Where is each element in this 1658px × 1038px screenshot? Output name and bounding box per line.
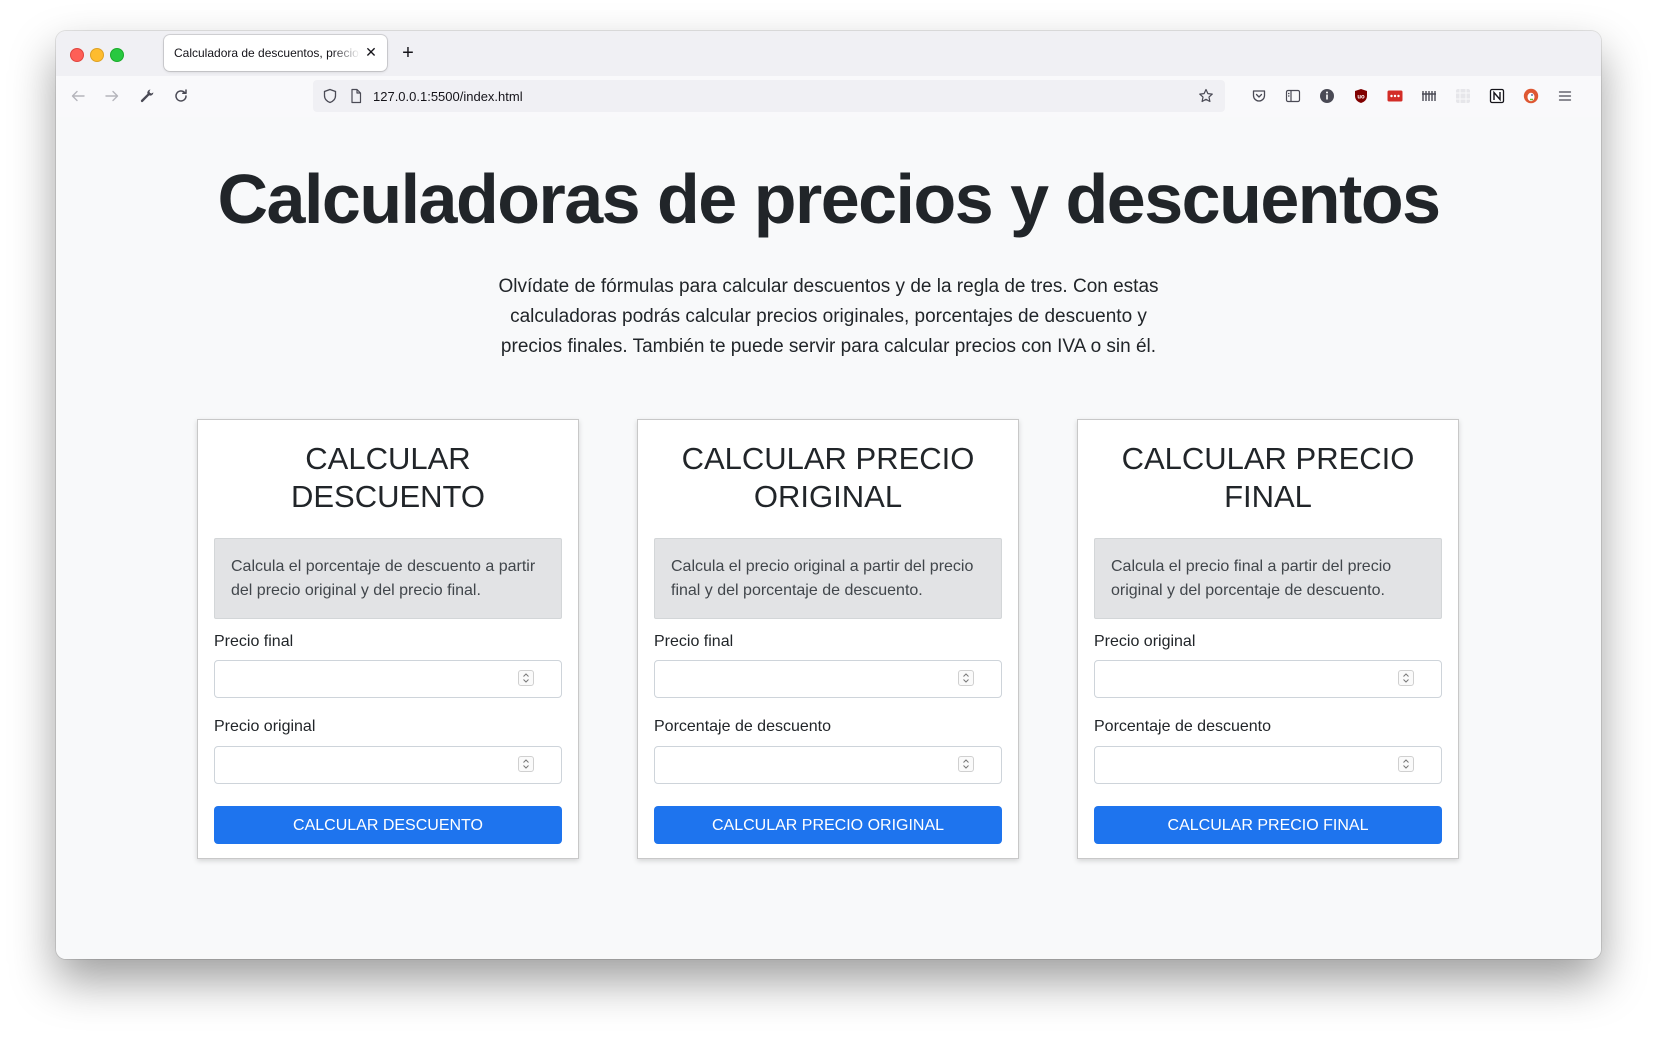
- final-price-input[interactable]: [654, 660, 1002, 698]
- card-title-line: DESCUENTO: [290, 479, 486, 514]
- back-arrow-icon[interactable]: [66, 84, 90, 108]
- forward-arrow-icon[interactable]: [100, 84, 124, 108]
- close-window-button[interactable]: [70, 48, 84, 62]
- browser-window: Calculadora de descuentos, precios ✕ + 1…: [56, 31, 1601, 959]
- field-label: Porcentaje de descuento: [1094, 718, 1272, 735]
- card-title-line: CALCULAR PRECIO: [681, 441, 975, 476]
- lead-line: calculadoras podrás calcular precios ori…: [510, 306, 1147, 327]
- pocket-icon[interactable]: [1251, 88, 1267, 104]
- card-description: Calcula el porcentaje de descuento a par…: [214, 538, 562, 619]
- card-title: CALCULAR PRECIO ORIGINAL: [638, 440, 1018, 516]
- card-title-line: ORIGINAL: [753, 479, 903, 514]
- card-title: CALCULAR DESCUENTO: [198, 440, 578, 516]
- field-label: Precio final: [214, 633, 294, 650]
- field-label: Porcentaje de descuento: [654, 718, 832, 735]
- tab-title: Calculadora de descuentos, precios: [174, 46, 360, 60]
- card-title-line: CALCULAR PRECIO: [1121, 441, 1415, 476]
- new-tab-button[interactable]: +: [396, 41, 420, 65]
- number-spinner-icon[interactable]: [958, 756, 974, 772]
- card-description: Calcula el precio final a partir del pre…: [1094, 538, 1442, 619]
- lastpass-icon[interactable]: [1387, 88, 1403, 104]
- lead-line: Olvídate de fórmulas para calcular descu…: [498, 276, 1159, 297]
- original-price-input[interactable]: [1094, 660, 1442, 698]
- page-title: Calculadoras de precios y descuentos: [217, 160, 1441, 238]
- star-icon[interactable]: [1198, 88, 1214, 104]
- number-spinner-icon[interactable]: [1398, 670, 1414, 686]
- page-icon: [348, 88, 364, 104]
- tab-close-icon[interactable]: ✕: [363, 44, 379, 60]
- number-spinner-icon[interactable]: [518, 670, 534, 686]
- discount-percentage-input[interactable]: [1094, 746, 1442, 784]
- number-spinner-icon[interactable]: [518, 756, 534, 772]
- reader-view-icon[interactable]: [1285, 88, 1301, 104]
- zoom-window-button[interactable]: [110, 48, 124, 62]
- grid-extension-icon[interactable]: [1455, 88, 1471, 104]
- card-title-line: CALCULAR: [305, 441, 471, 476]
- browser-tab[interactable]: Calculadora de descuentos, precios ✕: [164, 35, 387, 71]
- page-lead: Olvídate de fórmulas para calcular descu…: [56, 272, 1601, 362]
- lead-line: precios finales. También te puede servir…: [500, 336, 1157, 357]
- calculate-discount-button[interactable]: CALCULAR DESCUENTO: [214, 806, 562, 844]
- number-spinner-icon[interactable]: [1398, 756, 1414, 772]
- url-text: 127.0.0.1:5500/index.html: [373, 89, 523, 104]
- calculate-final-price-button[interactable]: CALCULAR PRECIO FINAL: [1094, 806, 1442, 844]
- number-spinner-icon[interactable]: [958, 670, 974, 686]
- hamburger-menu-icon[interactable]: [1557, 88, 1573, 104]
- ublock-icon[interactable]: uo: [1353, 88, 1369, 104]
- url-bar[interactable]: 127.0.0.1:5500/index.html: [313, 80, 1225, 112]
- card-title-line: FINAL: [1224, 479, 1312, 514]
- tab-strip: Calculadora de descuentos, precios ✕ +: [56, 31, 1601, 76]
- calculator-card-discount: CALCULAR DESCUENTO Calcula el porcentaje…: [197, 419, 579, 859]
- shield-icon[interactable]: [322, 88, 338, 104]
- duckduckgo-icon[interactable]: [1523, 88, 1539, 104]
- reload-icon[interactable]: [169, 84, 193, 108]
- original-price-input[interactable]: [214, 746, 562, 784]
- card-title: CALCULAR PRECIO FINAL: [1078, 440, 1458, 516]
- card-description: Calcula el precio original a partir del …: [654, 538, 1002, 619]
- final-price-input[interactable]: [214, 660, 562, 698]
- calculator-card-original-price: CALCULAR PRECIO ORIGINAL Calcula el prec…: [637, 419, 1019, 859]
- navigation-bar: 127.0.0.1:5500/index.html uo: [56, 76, 1601, 118]
- field-label: Precio original: [1094, 633, 1196, 650]
- notion-icon[interactable]: [1489, 88, 1505, 104]
- wrench-icon[interactable]: [135, 84, 159, 108]
- bars-icon[interactable]: [1421, 88, 1437, 104]
- page-content: Calculadoras de precios y descuentos Olv…: [56, 117, 1601, 959]
- minimize-window-button[interactable]: [90, 48, 104, 62]
- calculator-card-final-price: CALCULAR PRECIO FINAL Calcula el precio …: [1077, 419, 1459, 859]
- field-label: Precio original: [214, 718, 316, 735]
- discount-percentage-input[interactable]: [654, 746, 1002, 784]
- info-icon[interactable]: [1319, 88, 1335, 104]
- svg-text:uo: uo: [1357, 95, 1365, 101]
- field-label: Precio final: [654, 633, 734, 650]
- calculate-original-price-button[interactable]: CALCULAR PRECIO ORIGINAL: [654, 806, 1002, 844]
